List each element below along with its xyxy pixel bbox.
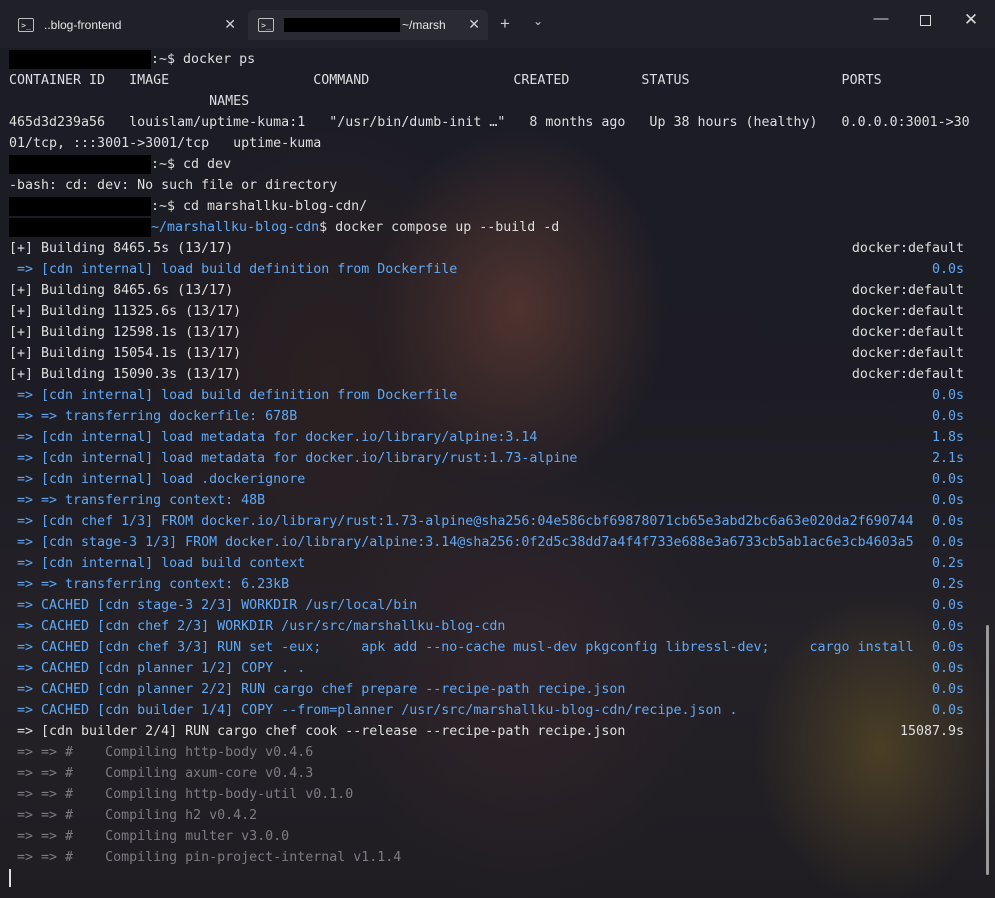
build-step-line: => [cdn internal] load build definition …	[9, 388, 964, 403]
build-step-line: => [cdn internal] load .dockerignore 0.0s	[9, 472, 964, 487]
text-cursor	[9, 869, 11, 887]
compile-log-line: => => # Compiling multer v3.0.0	[9, 829, 290, 844]
tab-marsh[interactable]: >_ ~/marsh ✕	[248, 10, 488, 40]
build-step-line: => [cdn chef 1/3] FROM docker.io/library…	[9, 514, 964, 529]
build-status-line: [+] Building 8465.6s (13/17) docker:defau…	[9, 283, 964, 298]
prompt-line: :~$ cd marshallku-blog-cdn/	[9, 196, 984, 217]
powershell-icon: >_	[18, 18, 34, 32]
prompt-line: ~/marshallku-blog-cdn$ docker compose up…	[9, 217, 984, 238]
tab-blog-frontend[interactable]: >_ ..blog-frontend ✕	[8, 10, 244, 40]
build-status-line: [+] Building 11325.6s (13/17) docker:defa…	[9, 304, 964, 319]
tab-bar: >_ ..blog-frontend ✕ >_ ~/marsh ✕ + ⌄ — …	[0, 0, 995, 48]
prompt-line: :~$ cd dev	[9, 154, 984, 175]
terminal-output[interactable]: :~$ docker ps CONTAINER ID IMAGE COMMAND…	[9, 49, 984, 889]
new-tab-button[interactable]: +	[500, 14, 510, 34]
output-line: CONTAINER ID IMAGE COMMAND CREATED STATU…	[9, 73, 882, 88]
compile-log-line: => => # Compiling axum-core v0.4.3	[9, 766, 314, 781]
cwd-path: ~/marshallku-blog-cdn	[151, 220, 320, 235]
tab-title: ..blog-frontend	[44, 18, 122, 32]
build-step-line: => CACHED [cdn stage-3 2/3] WORKDIR /usr…	[9, 598, 964, 613]
compile-log-line: => => # Compiling http-body v0.4.6	[9, 745, 314, 760]
powershell-icon: >_	[258, 18, 274, 32]
redacted-username	[9, 197, 151, 216]
compile-log-line: => => # Compiling h2 v0.4.2	[9, 808, 258, 823]
build-step-line: => CACHED [cdn planner 1/2] COPY . . 0.0s	[9, 661, 964, 676]
build-step-line: => [cdn internal] load build context 0.2s	[9, 556, 964, 571]
output-line: 465d3d239a56 louislam/uptime-kuma:1 "/us…	[9, 115, 970, 130]
redacted-username	[9, 50, 151, 69]
maximize-icon	[919, 15, 931, 26]
redacted-username	[9, 218, 151, 237]
close-tab-icon[interactable]: ✕	[468, 16, 480, 33]
build-status-line: [+] Building 8465.5s (13/17) docker:defau…	[9, 241, 964, 256]
terminal-window: >_ ..blog-frontend ✕ >_ ~/marsh ✕ + ⌄ — …	[0, 0, 995, 898]
build-step-running-line: => [cdn builder 2/4] RUN cargo chef cook…	[9, 724, 964, 739]
close-window-button[interactable]: ✕	[959, 10, 983, 32]
tab-title: ~/marsh	[402, 18, 446, 32]
scrollbar-thumb[interactable]	[986, 625, 989, 875]
prompt-line: :~$ docker ps	[9, 49, 984, 70]
output-line: NAMES	[9, 94, 250, 109]
redacted-username	[284, 18, 400, 32]
build-step-line: => CACHED [cdn planner 2/2] RUN cargo ch…	[9, 682, 964, 697]
compile-log-line: => => # Compiling pin-project-internal v…	[9, 850, 402, 865]
close-tab-icon[interactable]: ✕	[224, 16, 236, 33]
tab-dropdown-button[interactable]: ⌄	[533, 14, 543, 28]
build-step-line: => => transferring context: 6.23kB 0.2s	[9, 577, 964, 592]
minimize-button[interactable]: —	[869, 10, 893, 32]
compile-log-line: => => # Compiling http-body-util v0.1.0	[9, 787, 354, 802]
output-line: 01/tcp, :::3001->3001/tcp uptime-kuma	[9, 136, 322, 151]
build-step-line: => => transferring dockerfile: 678B 0.0s	[9, 409, 964, 424]
build-status-line: [+] Building 12598.1s (13/17) docker:defa…	[9, 325, 964, 340]
build-step-line: => CACHED [cdn chef 3/3] RUN set -eux; a…	[9, 640, 964, 655]
build-step-line: => [cdn stage-3 1/3] FROM docker.io/libr…	[9, 535, 964, 550]
build-step-line: => CACHED [cdn chef 2/3] WORKDIR /usr/sr…	[9, 619, 964, 634]
maximize-button[interactable]	[913, 10, 937, 32]
build-step-line: => CACHED [cdn builder 1/4] COPY --from=…	[9, 703, 964, 718]
build-status-line: [+] Building 15090.3s (13/17) docker:defa…	[9, 367, 964, 382]
build-step-line: => => transferring context: 48B 0.0s	[9, 493, 964, 508]
build-step-line: => [cdn internal] load build definition …	[9, 262, 964, 277]
build-step-line: => [cdn internal] load metadata for dock…	[9, 451, 964, 466]
build-step-line: => [cdn internal] load metadata for dock…	[9, 430, 964, 445]
build-status-line: [+] Building 15054.1s (13/17) docker:defa…	[9, 346, 964, 361]
output-line: -bash: cd: dev: No such file or director…	[9, 178, 338, 193]
redacted-username	[9, 155, 151, 174]
